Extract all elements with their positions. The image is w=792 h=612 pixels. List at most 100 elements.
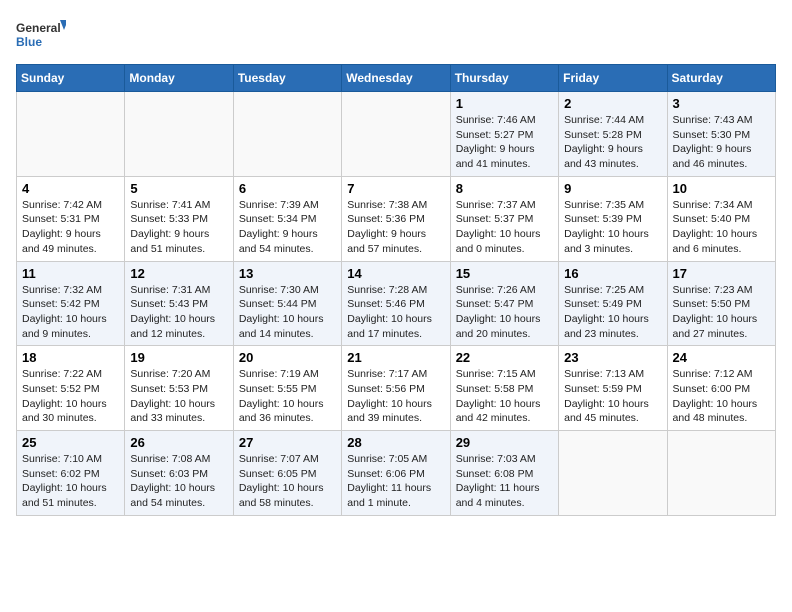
day-cell: 8Sunrise: 7:37 AM Sunset: 5:37 PM Daylig… — [450, 176, 558, 261]
day-number: 8 — [456, 181, 553, 196]
day-content: Sunrise: 7:44 AM Sunset: 5:28 PM Dayligh… — [564, 113, 661, 172]
day-cell: 5 Sunrise: 7:41 AM Sunset: 5:33 PM Daylig… — [125, 176, 233, 261]
day-content: Sunrise: 7:28 AM Sunset: 5:46 PM Dayligh… — [347, 283, 444, 342]
day-content: Sunrise: 7:10 AM Sunset: 6:02 PM Dayligh… — [22, 452, 119, 511]
day-number: 5 — [130, 181, 227, 196]
day-cell: 22 Sunrise: 7:15 AM Sunset: 5:58 PM Dayli… — [450, 346, 558, 431]
day-content: Sunrise: 7:12 AM Sunset: 6:00 PM Dayligh… — [673, 367, 770, 426]
day-cell: 9 Sunrise: 7:35 AM Sunset: 5:39 PM Daylig… — [559, 176, 667, 261]
day-cell: 14 Sunrise: 7:28 AM Sunset: 5:46 PM Dayli… — [342, 261, 450, 346]
day-content: Sunrise: 7:23 AM Sunset: 5:50 PM Dayligh… — [673, 283, 770, 342]
day-number: 2 — [564, 96, 661, 111]
logo: General Blue — [16, 16, 66, 56]
day-number: 1 — [456, 96, 553, 111]
day-number: 17 — [673, 266, 770, 281]
day-number: 20 — [239, 350, 336, 365]
day-number: 18 — [22, 350, 119, 365]
day-content: Sunrise: 7:30 AM Sunset: 5:44 PM Dayligh… — [239, 283, 336, 342]
day-number: 28 — [347, 435, 444, 450]
day-cell: 17 Sunrise: 7:23 AM Sunset: 5:50 PM Dayli… — [667, 261, 775, 346]
header-cell-tuesday: Tuesday — [233, 65, 341, 92]
day-cell: 18 Sunrise: 7:22 AM Sunset: 5:52 PM Dayli… — [17, 346, 125, 431]
day-cell: 29 Sunrise: 7:03 AM Sunset: 6:08 PM Dayli… — [450, 431, 558, 516]
day-content: Sunrise: 7:25 AM Sunset: 5:49 PM Dayligh… — [564, 283, 661, 342]
calendar-table: SundayMondayTuesdayWednesdayThursdayFrid… — [16, 64, 776, 516]
day-cell: 13 Sunrise: 7:30 AM Sunset: 5:44 PM Dayli… — [233, 261, 341, 346]
day-cell: 20 Sunrise: 7:19 AM Sunset: 5:55 PM Dayli… — [233, 346, 341, 431]
day-number: 23 — [564, 350, 661, 365]
header-cell-saturday: Saturday — [667, 65, 775, 92]
header-cell-monday: Monday — [125, 65, 233, 92]
day-number: 7 — [347, 181, 444, 196]
day-content: Sunrise: 7:26 AM Sunset: 5:47 PM Dayligh… — [456, 283, 553, 342]
day-content: Sunrise: 7:31 AM Sunset: 5:43 PM Dayligh… — [130, 283, 227, 342]
day-number: 16 — [564, 266, 661, 281]
day-cell: 4 Sunrise: 7:42 AM Sunset: 5:31 PM Daylig… — [17, 176, 125, 261]
day-cell: 11Sunrise: 7:32 AM Sunset: 5:42 PM Dayli… — [17, 261, 125, 346]
day-number: 26 — [130, 435, 227, 450]
day-cell: 24 Sunrise: 7:12 AM Sunset: 6:00 PM Dayli… — [667, 346, 775, 431]
day-cell: 28 Sunrise: 7:05 AM Sunset: 6:06 PM Dayli… — [342, 431, 450, 516]
day-content: Sunrise: 7:19 AM Sunset: 5:55 PM Dayligh… — [239, 367, 336, 426]
day-number: 6 — [239, 181, 336, 196]
day-content: Sunrise: 7:22 AM Sunset: 5:52 PM Dayligh… — [22, 367, 119, 426]
day-number: 24 — [673, 350, 770, 365]
day-content: Sunrise: 7:42 AM Sunset: 5:31 PM Dayligh… — [22, 198, 119, 257]
day-content: Sunrise: 7:35 AM Sunset: 5:39 PM Dayligh… — [564, 198, 661, 257]
week-row-1: 1 Sunrise: 7:46 AM Sunset: 5:27 PM Daylig… — [17, 92, 776, 177]
day-content: Sunrise: 7:46 AM Sunset: 5:27 PM Dayligh… — [456, 113, 553, 172]
day-cell: 25 Sunrise: 7:10 AM Sunset: 6:02 PM Dayli… — [17, 431, 125, 516]
svg-text:Blue: Blue — [16, 35, 42, 49]
day-cell: 2 Sunrise: 7:44 AM Sunset: 5:28 PM Daylig… — [559, 92, 667, 177]
day-number: 14 — [347, 266, 444, 281]
day-number: 27 — [239, 435, 336, 450]
day-content: Sunrise: 7:17 AM Sunset: 5:56 PM Dayligh… — [347, 367, 444, 426]
logo-svg: General Blue — [16, 16, 66, 56]
day-cell: 23 Sunrise: 7:13 AM Sunset: 5:59 PM Dayli… — [559, 346, 667, 431]
day-number: 13 — [239, 266, 336, 281]
header-cell-thursday: Thursday — [450, 65, 558, 92]
day-cell: 6 Sunrise: 7:39 AM Sunset: 5:34 PM Daylig… — [233, 176, 341, 261]
day-content: Sunrise: 7:38 AM Sunset: 5:36 PM Dayligh… — [347, 198, 444, 257]
day-cell: 7 Sunrise: 7:38 AM Sunset: 5:36 PM Daylig… — [342, 176, 450, 261]
day-number: 10 — [673, 181, 770, 196]
day-content: Sunrise: 7:43 AM Sunset: 5:30 PM Dayligh… — [673, 113, 770, 172]
day-content: Sunrise: 7:41 AM Sunset: 5:33 PM Dayligh… — [130, 198, 227, 257]
week-row-4: 18 Sunrise: 7:22 AM Sunset: 5:52 PM Dayli… — [17, 346, 776, 431]
day-number: 25 — [22, 435, 119, 450]
day-cell: 10 Sunrise: 7:34 AM Sunset: 5:40 PM Dayli… — [667, 176, 775, 261]
day-cell: 1 Sunrise: 7:46 AM Sunset: 5:27 PM Daylig… — [450, 92, 558, 177]
day-cell — [17, 92, 125, 177]
header-cell-wednesday: Wednesday — [342, 65, 450, 92]
header-cell-sunday: Sunday — [17, 65, 125, 92]
week-row-3: 11Sunrise: 7:32 AM Sunset: 5:42 PM Dayli… — [17, 261, 776, 346]
day-content: Sunrise: 7:20 AM Sunset: 5:53 PM Dayligh… — [130, 367, 227, 426]
day-content: Sunrise: 7:08 AM Sunset: 6:03 PM Dayligh… — [130, 452, 227, 511]
day-cell — [667, 431, 775, 516]
week-row-5: 25 Sunrise: 7:10 AM Sunset: 6:02 PM Dayli… — [17, 431, 776, 516]
day-content: Sunrise: 7:07 AM Sunset: 6:05 PM Dayligh… — [239, 452, 336, 511]
header-row: SundayMondayTuesdayWednesdayThursdayFrid… — [17, 65, 776, 92]
day-number: 22 — [456, 350, 553, 365]
header-cell-friday: Friday — [559, 65, 667, 92]
day-cell: 27 Sunrise: 7:07 AM Sunset: 6:05 PM Dayli… — [233, 431, 341, 516]
day-content: Sunrise: 7:15 AM Sunset: 5:58 PM Dayligh… — [456, 367, 553, 426]
day-number: 4 — [22, 181, 119, 196]
day-content: Sunrise: 7:05 AM Sunset: 6:06 PM Dayligh… — [347, 452, 444, 511]
day-cell — [342, 92, 450, 177]
day-content: Sunrise: 7:32 AM Sunset: 5:42 PM Dayligh… — [22, 283, 119, 342]
day-content: Sunrise: 7:34 AM Sunset: 5:40 PM Dayligh… — [673, 198, 770, 257]
day-cell — [125, 92, 233, 177]
day-cell: 21 Sunrise: 7:17 AM Sunset: 5:56 PM Dayli… — [342, 346, 450, 431]
day-number: 3 — [673, 96, 770, 111]
day-number: 21 — [347, 350, 444, 365]
day-cell: 15Sunrise: 7:26 AM Sunset: 5:47 PM Dayli… — [450, 261, 558, 346]
week-row-2: 4 Sunrise: 7:42 AM Sunset: 5:31 PM Daylig… — [17, 176, 776, 261]
day-number: 12 — [130, 266, 227, 281]
day-number: 9 — [564, 181, 661, 196]
day-content: Sunrise: 7:03 AM Sunset: 6:08 PM Dayligh… — [456, 452, 553, 511]
day-content: Sunrise: 7:39 AM Sunset: 5:34 PM Dayligh… — [239, 198, 336, 257]
day-content: Sunrise: 7:13 AM Sunset: 5:59 PM Dayligh… — [564, 367, 661, 426]
day-number: 29 — [456, 435, 553, 450]
day-cell: 12 Sunrise: 7:31 AM Sunset: 5:43 PM Dayli… — [125, 261, 233, 346]
